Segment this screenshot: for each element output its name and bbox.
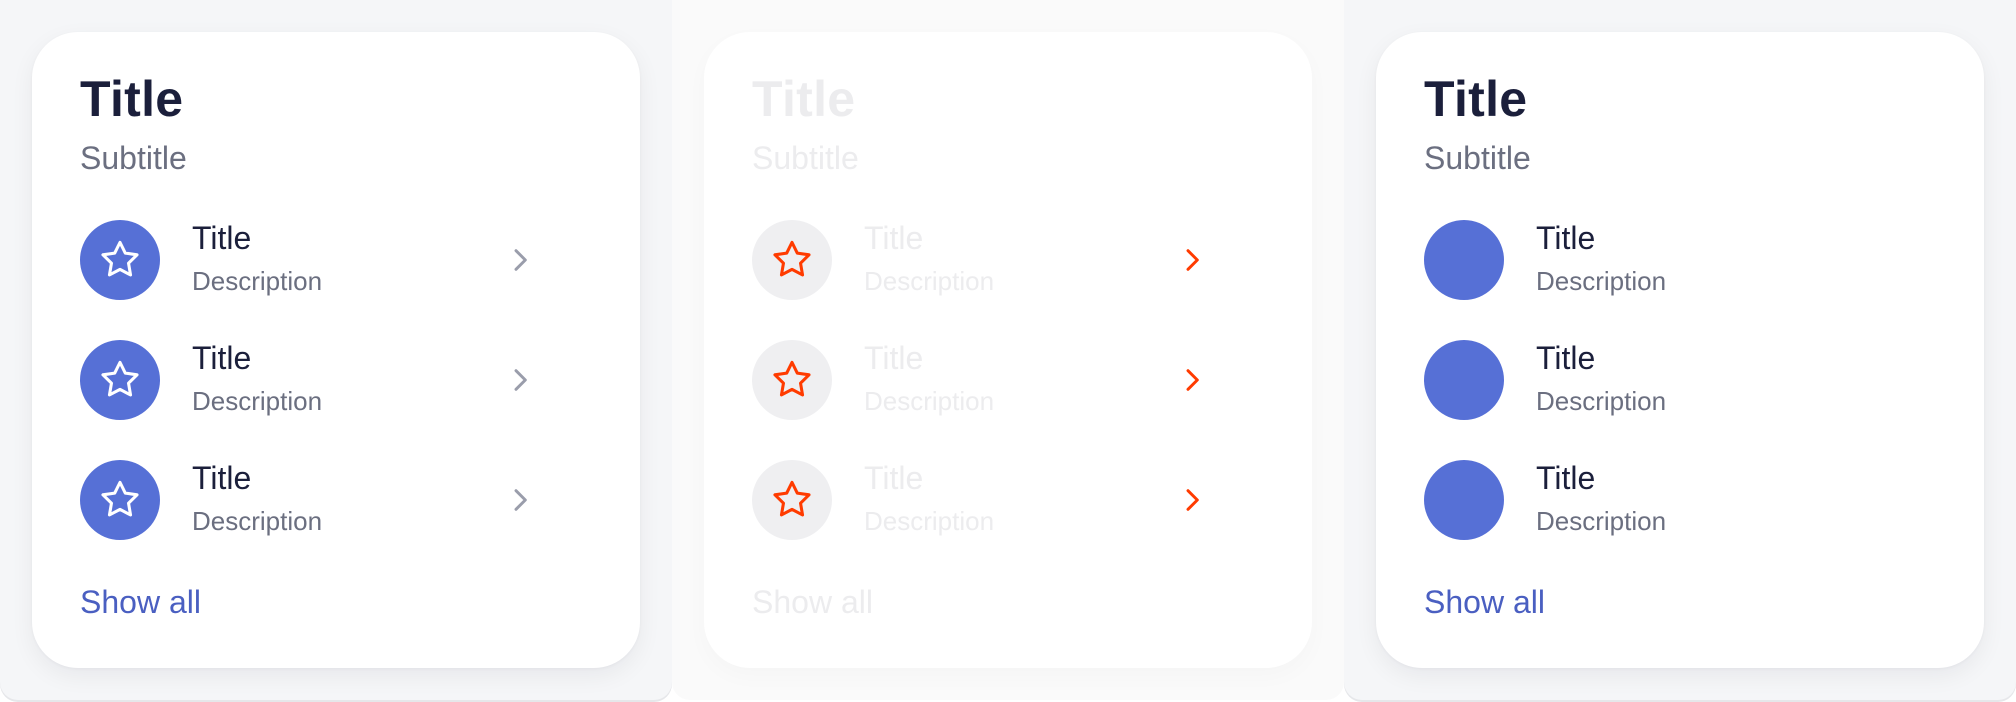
- avatar: [80, 340, 160, 420]
- list-item[interactable]: Title Description: [752, 220, 1264, 300]
- list-item[interactable]: Title Description: [1424, 460, 1936, 540]
- item-description: Description: [1536, 506, 1667, 536]
- item-description: Description: [1536, 266, 1667, 296]
- star-icon: [101, 480, 139, 517]
- chevron-right-icon[interactable]: [1176, 484, 1208, 516]
- avatar: [752, 340, 832, 420]
- chevron-right-icon[interactable]: [1176, 244, 1208, 276]
- item-description: Description: [1536, 386, 1667, 416]
- item-title: Title: [192, 340, 252, 376]
- item-title: Title: [1536, 460, 1596, 496]
- show-all-link[interactable]: Show all: [80, 584, 201, 621]
- chevron-right-icon[interactable]: [504, 364, 536, 396]
- card-title: Title: [80, 71, 184, 127]
- avatar: [1424, 220, 1504, 300]
- chevron-right-icon[interactable]: [504, 484, 536, 516]
- show-all-link[interactable]: Show all: [752, 584, 873, 621]
- item-title: Title: [864, 220, 924, 256]
- chevron-right-icon[interactable]: [1176, 364, 1208, 396]
- card-subtitle: Subtitle: [80, 140, 187, 176]
- item-description: Description: [864, 506, 995, 536]
- list-item[interactable]: Title Description: [80, 460, 592, 540]
- list-item[interactable]: Title Description: [1424, 220, 1936, 300]
- card-title: Title: [752, 71, 856, 127]
- list-item[interactable]: Title Description: [80, 220, 592, 300]
- list-item[interactable]: Title Description: [1424, 340, 1936, 420]
- list-card: Title Subtitle Title Description Title D…: [1376, 32, 1984, 668]
- avatar: [1424, 460, 1504, 540]
- avatar: [752, 460, 832, 540]
- star-icon: [101, 360, 139, 397]
- avatar: [1424, 340, 1504, 420]
- avatar: [80, 220, 160, 300]
- star-icon: [101, 240, 139, 277]
- star-icon: [773, 240, 811, 277]
- chevron-right-icon[interactable]: [504, 244, 536, 276]
- list-item[interactable]: Title Description: [752, 340, 1264, 420]
- list-item[interactable]: Title Description: [752, 460, 1264, 540]
- card-subtitle: Subtitle: [752, 140, 859, 176]
- list-card: Title Subtitle Title Description Title D…: [32, 32, 640, 668]
- list-item[interactable]: Title Description: [80, 340, 592, 420]
- canvas: Title Subtitle Title Description Title D…: [0, 0, 2016, 702]
- item-description: Description: [192, 506, 323, 536]
- item-title: Title: [1536, 220, 1596, 256]
- item-description: Description: [192, 386, 323, 416]
- item-title: Title: [864, 460, 924, 496]
- item-title: Title: [192, 460, 252, 496]
- avatar: [752, 220, 832, 300]
- item-title: Title: [864, 340, 924, 376]
- star-icon: [773, 480, 811, 517]
- item-description: Description: [864, 266, 995, 296]
- item-description: Description: [864, 386, 995, 416]
- show-all-link[interactable]: Show all: [1424, 584, 1545, 621]
- list-card: Title Subtitle Title Description Title D…: [704, 32, 1312, 668]
- card-subtitle: Subtitle: [1424, 140, 1531, 176]
- avatar: [80, 460, 160, 540]
- card-title: Title: [1424, 71, 1528, 127]
- item-description: Description: [192, 266, 323, 296]
- item-title: Title: [192, 220, 252, 256]
- star-icon: [773, 360, 811, 397]
- item-title: Title: [1536, 340, 1596, 376]
